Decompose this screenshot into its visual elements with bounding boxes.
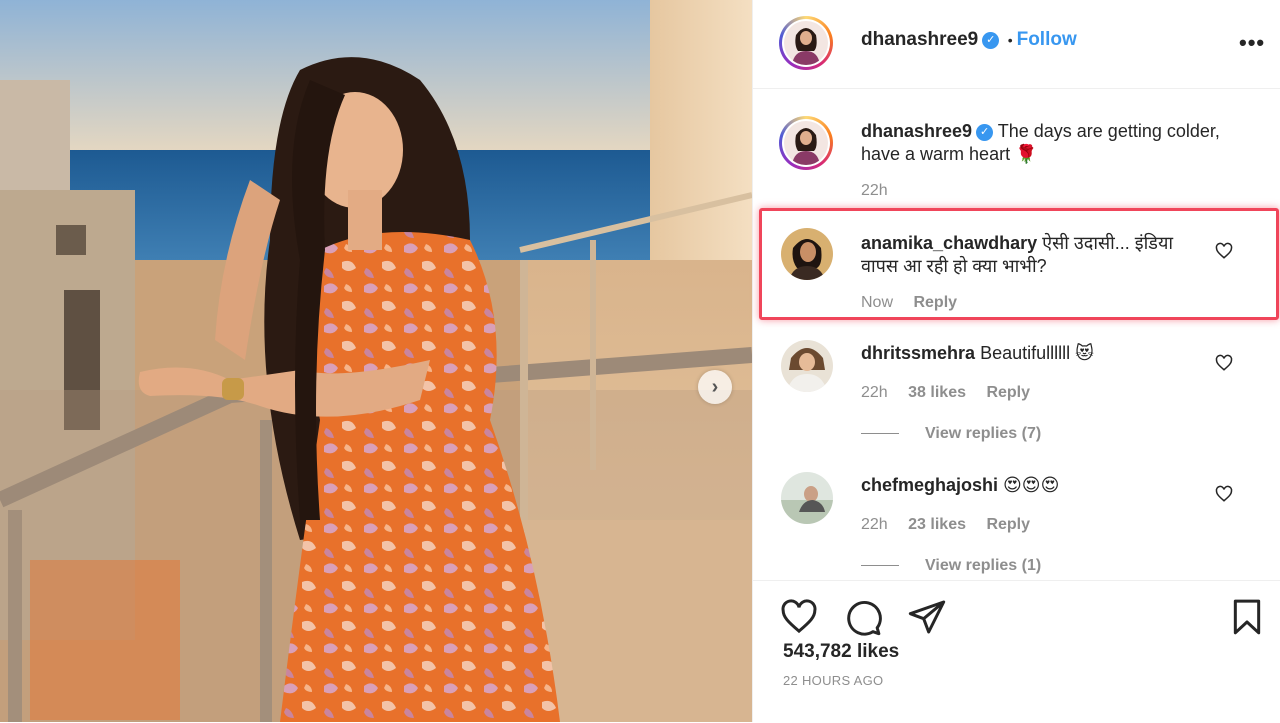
post-photo-illustration xyxy=(0,0,752,722)
verified-badge-icon: ✓ xyxy=(982,32,1000,50)
caption-username[interactable]: dhanashree9 xyxy=(861,121,972,141)
comment-body: 😍😍😍 xyxy=(1003,475,1060,495)
post-timestamp[interactable]: 22 HOURS AGO xyxy=(783,673,883,688)
separator-dot: • xyxy=(1007,32,1013,48)
caption-time[interactable]: 22h xyxy=(861,182,888,199)
author-avatar-image xyxy=(784,21,828,65)
comment-like-heart-icon[interactable] xyxy=(1215,354,1233,372)
post-header-info: dhanashree9 ✓ • Follow xyxy=(861,29,1077,51)
comment-meta: 22h 23 likes Reply xyxy=(861,516,1046,534)
view-replies-button[interactable]: View replies (1) xyxy=(861,557,1041,575)
comment-icon[interactable] xyxy=(843,597,883,637)
comment-meta: 22h 38 likes Reply xyxy=(861,384,1046,402)
caption-avatar[interactable] xyxy=(779,116,833,170)
comment-username[interactable]: chefmeghajoshi xyxy=(861,475,998,495)
view-replies-button[interactable]: View replies (7) xyxy=(861,425,1041,443)
view-replies-line xyxy=(861,433,899,435)
commenter-avatar-image xyxy=(781,340,833,392)
highlight-box xyxy=(759,208,1279,320)
heart-icon[interactable] xyxy=(779,597,819,637)
carousel-next-button[interactable]: › xyxy=(698,370,732,404)
commenter-avatar[interactable] xyxy=(781,472,833,524)
comment-username[interactable]: dhritssmehra xyxy=(861,343,975,363)
share-icon[interactable] xyxy=(907,597,947,637)
caption-meta: 22h xyxy=(861,182,904,200)
bookmark-icon[interactable] xyxy=(1227,597,1267,637)
follow-button[interactable]: Follow xyxy=(1017,29,1077,50)
comment-likes[interactable]: 23 likes xyxy=(908,516,966,533)
comment-like-heart-icon[interactable] xyxy=(1215,485,1233,503)
post-actions: 543,782 likes 22 HOURS AGO xyxy=(753,580,1280,723)
reply-button[interactable]: Reply xyxy=(986,516,1030,533)
more-options-icon[interactable]: ••• xyxy=(1239,30,1265,56)
reply-button[interactable]: Reply xyxy=(986,384,1030,401)
author-avatar[interactable] xyxy=(779,16,833,70)
comment-body: Beautifullllll 😻 xyxy=(980,343,1094,363)
post-panel: dhanashree9 ✓ • Follow ••• dhanashree9 ✓ Th… xyxy=(752,0,1280,722)
view-replies-label: View replies (7) xyxy=(925,425,1042,442)
likes-count[interactable]: 543,782 likes xyxy=(783,641,899,663)
caption-text: dhanashree9 ✓ The days are getting colder… xyxy=(861,120,1241,166)
commenter-avatar[interactable] xyxy=(781,340,833,392)
post-photo: › xyxy=(0,0,752,722)
comment-text: dhritssmehra Beautifullllll 😻 xyxy=(861,342,1201,365)
comment-time[interactable]: 22h xyxy=(861,384,888,401)
verified-badge-icon: ✓ xyxy=(976,123,994,141)
caption-avatar-image xyxy=(784,121,828,165)
view-replies-line xyxy=(861,565,899,567)
comment-likes[interactable]: 38 likes xyxy=(908,384,966,401)
commenter-avatar-image xyxy=(781,472,833,524)
author-username[interactable]: dhanashree9 xyxy=(861,29,978,50)
post-header: dhanashree9 ✓ • Follow ••• xyxy=(753,0,1280,89)
chevron-right-icon: › xyxy=(711,375,719,398)
comment-text: chefmeghajoshi 😍😍😍 xyxy=(861,474,1201,497)
view-replies-label: View replies (1) xyxy=(925,557,1042,574)
comment-time[interactable]: 22h xyxy=(861,516,888,533)
